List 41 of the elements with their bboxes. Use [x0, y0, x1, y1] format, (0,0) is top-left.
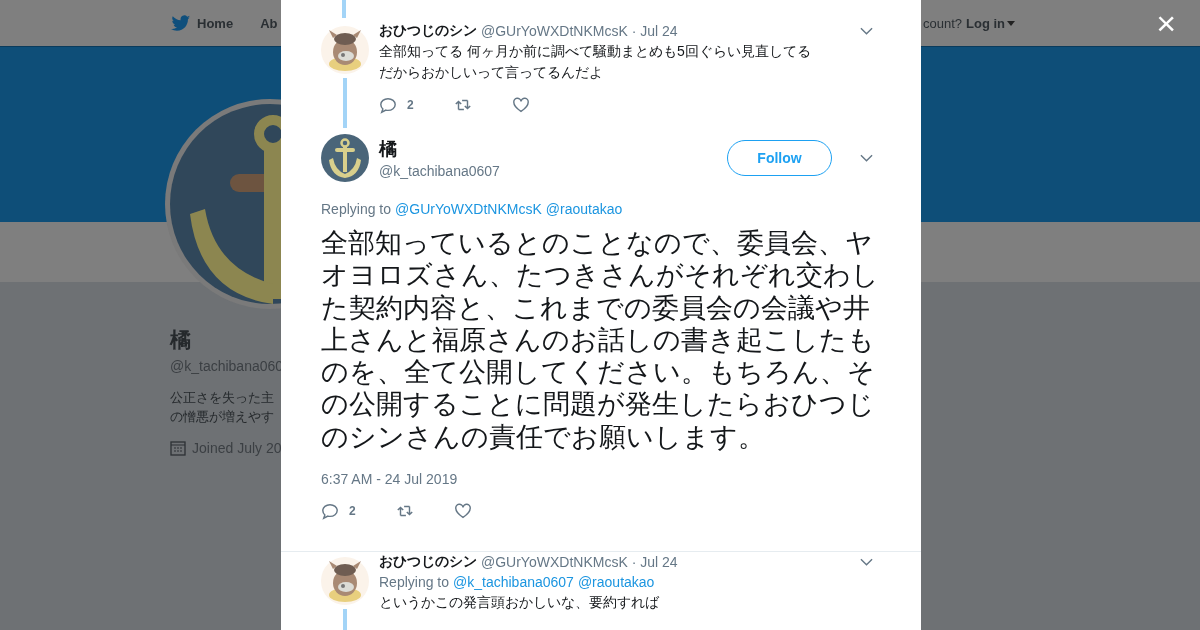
reply-count: 2 [407, 98, 414, 112]
follow-button[interactable]: Follow [727, 140, 832, 176]
tweet-date[interactable]: · Jul 24 [631, 554, 678, 571]
author-name[interactable]: おひつじのシン [379, 22, 477, 40]
author-handle[interactable]: @GUrYoWXDtNKMcsK [481, 554, 628, 571]
tweet-text: 全部知ってる 何ヶ月か前に調べて騒動まとめも5回ぐらい見直してる [379, 42, 812, 61]
author-name[interactable]: おひつじのシン [379, 553, 477, 572]
tweet-date[interactable]: · Jul 24 [631, 23, 678, 39]
tweet-text: というかこの発言頭おかしいな、要約すれば [379, 593, 660, 613]
like-icon[interactable] [453, 502, 472, 521]
chevron-down-icon[interactable] [860, 154, 873, 162]
reply-icon[interactable] [379, 96, 397, 114]
mention-link[interactable]: @k_tachibana0607 [453, 572, 574, 593]
bio-line: の憎悪が増えやす [170, 408, 274, 426]
profile-name: 橘 [170, 327, 191, 353]
reply-count: 2 [349, 504, 356, 519]
close-button[interactable]: × [1156, 8, 1176, 38]
replying-label: Replying to [321, 200, 392, 219]
calendar-icon [170, 440, 186, 456]
mention-link[interactable]: @raoutakao [577, 572, 655, 593]
about-link[interactable]: Ab [260, 15, 278, 31]
bird-icon [171, 14, 191, 32]
mention-link[interactable]: @GUrYoWXDtNKMcsK [395, 199, 542, 219]
tweet-text: だからおかしいって言ってるんだよ [379, 63, 604, 82]
reply-icon[interactable] [321, 502, 339, 521]
author-handle[interactable]: @GUrYoWXDtNKMcsK [481, 23, 628, 39]
home-link[interactable]: Home [171, 14, 234, 32]
tweet-timestamp: 6:37 AM - 24 Jul 2019 [321, 471, 459, 488]
login-link[interactable]: Log in [966, 15, 1015, 31]
chevron-down-icon[interactable] [860, 27, 873, 35]
author-name[interactable]: 橘 [379, 137, 500, 161]
replying-label: Replying to [379, 573, 450, 593]
caret-icon [1007, 20, 1015, 26]
like-icon[interactable] [511, 96, 530, 114]
bio-line: 公正さを失った主 [170, 389, 274, 407]
tweet-text: 全部知っているとのことなので、委員会、ヤオヨロズさん、たつきさんがそれぞれ交わした契約内容と、これまでの委員会の会議や井上さんと福原さんのお話しの書き起こしたものを、全て公開してください。もちろん、その公開することに問題が発生したらおひつじのシンさんの責任でお願いします。 [321, 227, 880, 454]
chevron-down-icon[interactable] [860, 558, 873, 567]
mention-link[interactable]: @raoutakao [545, 199, 623, 219]
account-prompt: count? [922, 15, 962, 31]
anchor-avatar-icon [321, 134, 369, 182]
author-handle[interactable]: @k_tachibana0607 [379, 163, 500, 179]
